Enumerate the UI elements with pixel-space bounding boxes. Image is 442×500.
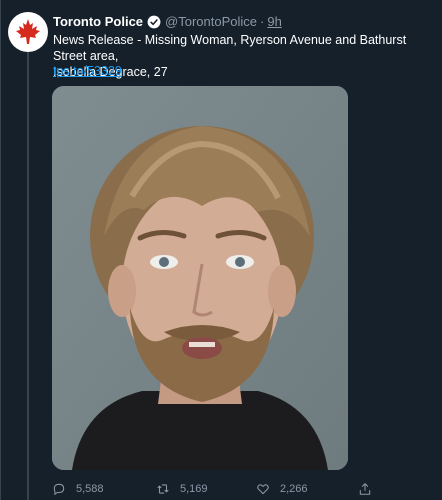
reply-button[interactable]: 5,588 bbox=[52, 482, 104, 496]
tweet-header: Toronto Police @TorontoPolice · 9h bbox=[53, 14, 282, 29]
separator-dot: · bbox=[260, 14, 265, 29]
like-button[interactable]: 2,266 bbox=[256, 482, 308, 496]
author-handle[interactable]: @TorontoPolice bbox=[165, 14, 257, 29]
retweet-button[interactable]: 5,169 bbox=[156, 482, 208, 496]
share-icon bbox=[359, 483, 371, 495]
tweet-link[interactable]: tps.to/53329 bbox=[53, 64, 122, 78]
heart-icon bbox=[257, 484, 269, 495]
author-name[interactable]: Toronto Police bbox=[53, 14, 143, 29]
retweet-count: 5,169 bbox=[180, 483, 208, 495]
reply-count: 5,588 bbox=[76, 483, 104, 495]
portrait-image bbox=[52, 86, 348, 470]
like-count: 2,266 bbox=[280, 483, 308, 495]
maple-leaf-icon bbox=[16, 19, 40, 44]
tweet-actions: 5,588 5,169 2,266 bbox=[52, 482, 382, 498]
tweet-photo[interactable] bbox=[52, 86, 348, 470]
avatar[interactable] bbox=[8, 12, 48, 52]
tweet-text-line1: News Release - Missing Woman, Ryerson Av… bbox=[53, 33, 407, 63]
thread-line bbox=[27, 52, 29, 500]
share-button[interactable] bbox=[358, 482, 382, 496]
reply-icon bbox=[53, 483, 65, 496]
timeline-border bbox=[0, 0, 1, 500]
retweet-icon bbox=[157, 484, 169, 494]
verified-badge-icon bbox=[147, 15, 161, 28]
tweet-timestamp[interactable]: 9h bbox=[267, 14, 281, 29]
